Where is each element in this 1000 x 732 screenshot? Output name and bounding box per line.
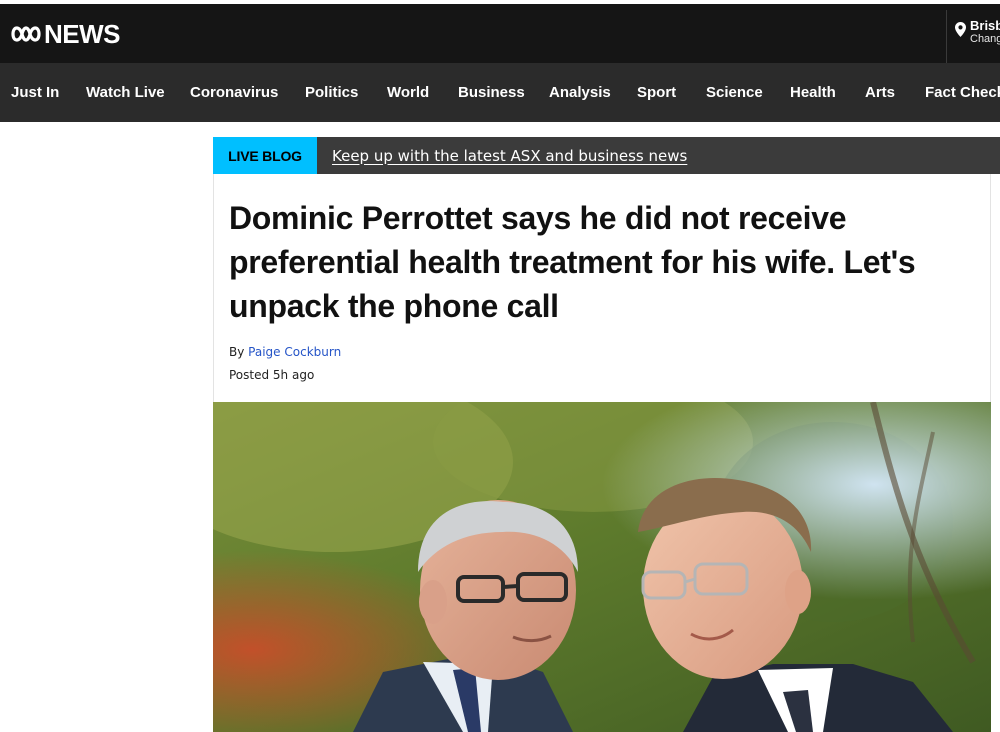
byline-prefix: By — [229, 345, 245, 359]
nav-item-arts[interactable]: Arts — [865, 63, 895, 122]
hero-image — [213, 402, 991, 732]
location-city: Brisbane — [970, 18, 1000, 33]
nav-item-world[interactable]: World — [387, 63, 429, 122]
nav-item-business[interactable]: Business — [458, 63, 525, 122]
nav-item-watch-live[interactable]: Watch Live — [86, 63, 165, 122]
nav-item-coronavirus[interactable]: Coronavirus — [190, 63, 278, 122]
live-blog-badge: LIVE BLOG — [213, 137, 317, 174]
posted-time: Posted 5h ago — [229, 368, 315, 382]
abc-lissajous-icon — [11, 26, 41, 42]
article-header: Dominic Perrottet says he did not receiv… — [213, 174, 991, 402]
byline: By Paige Cockburn — [229, 345, 341, 359]
nav-item-politics[interactable]: Politics — [305, 63, 358, 122]
logo-news-text: NEWS — [44, 19, 121, 49]
abc-news-logo[interactable]: NEWS — [11, 19, 121, 49]
nav-item-sport[interactable]: Sport — [637, 63, 676, 122]
location-change-link[interactable]: Change — [970, 33, 1000, 45]
nav-item-science[interactable]: Science — [706, 63, 763, 122]
hero-photo-illustration — [213, 402, 991, 732]
live-blog-banner: LIVE BLOG Keep up with the latest ASX an… — [213, 137, 1000, 174]
nav-item-just-in[interactable]: Just In — [11, 63, 59, 122]
location-pin-icon — [955, 22, 966, 37]
live-blog-link[interactable]: Keep up with the latest ASX and business… — [332, 147, 687, 165]
article-headline: Dominic Perrottet says he did not receiv… — [229, 200, 916, 324]
author-link[interactable]: Paige Cockburn — [248, 345, 341, 359]
nav-item-fact-check[interactable]: Fact Check — [925, 63, 1000, 122]
nav-item-analysis[interactable]: Analysis — [549, 63, 611, 122]
masthead: NEWS Brisbane Change — [0, 4, 1000, 63]
nav-item-health[interactable]: Health — [790, 63, 836, 122]
main-navigation: Just In Watch Live Coronavirus Politics … — [0, 63, 1000, 122]
location-selector[interactable]: Brisbane Change — [946, 10, 1000, 63]
